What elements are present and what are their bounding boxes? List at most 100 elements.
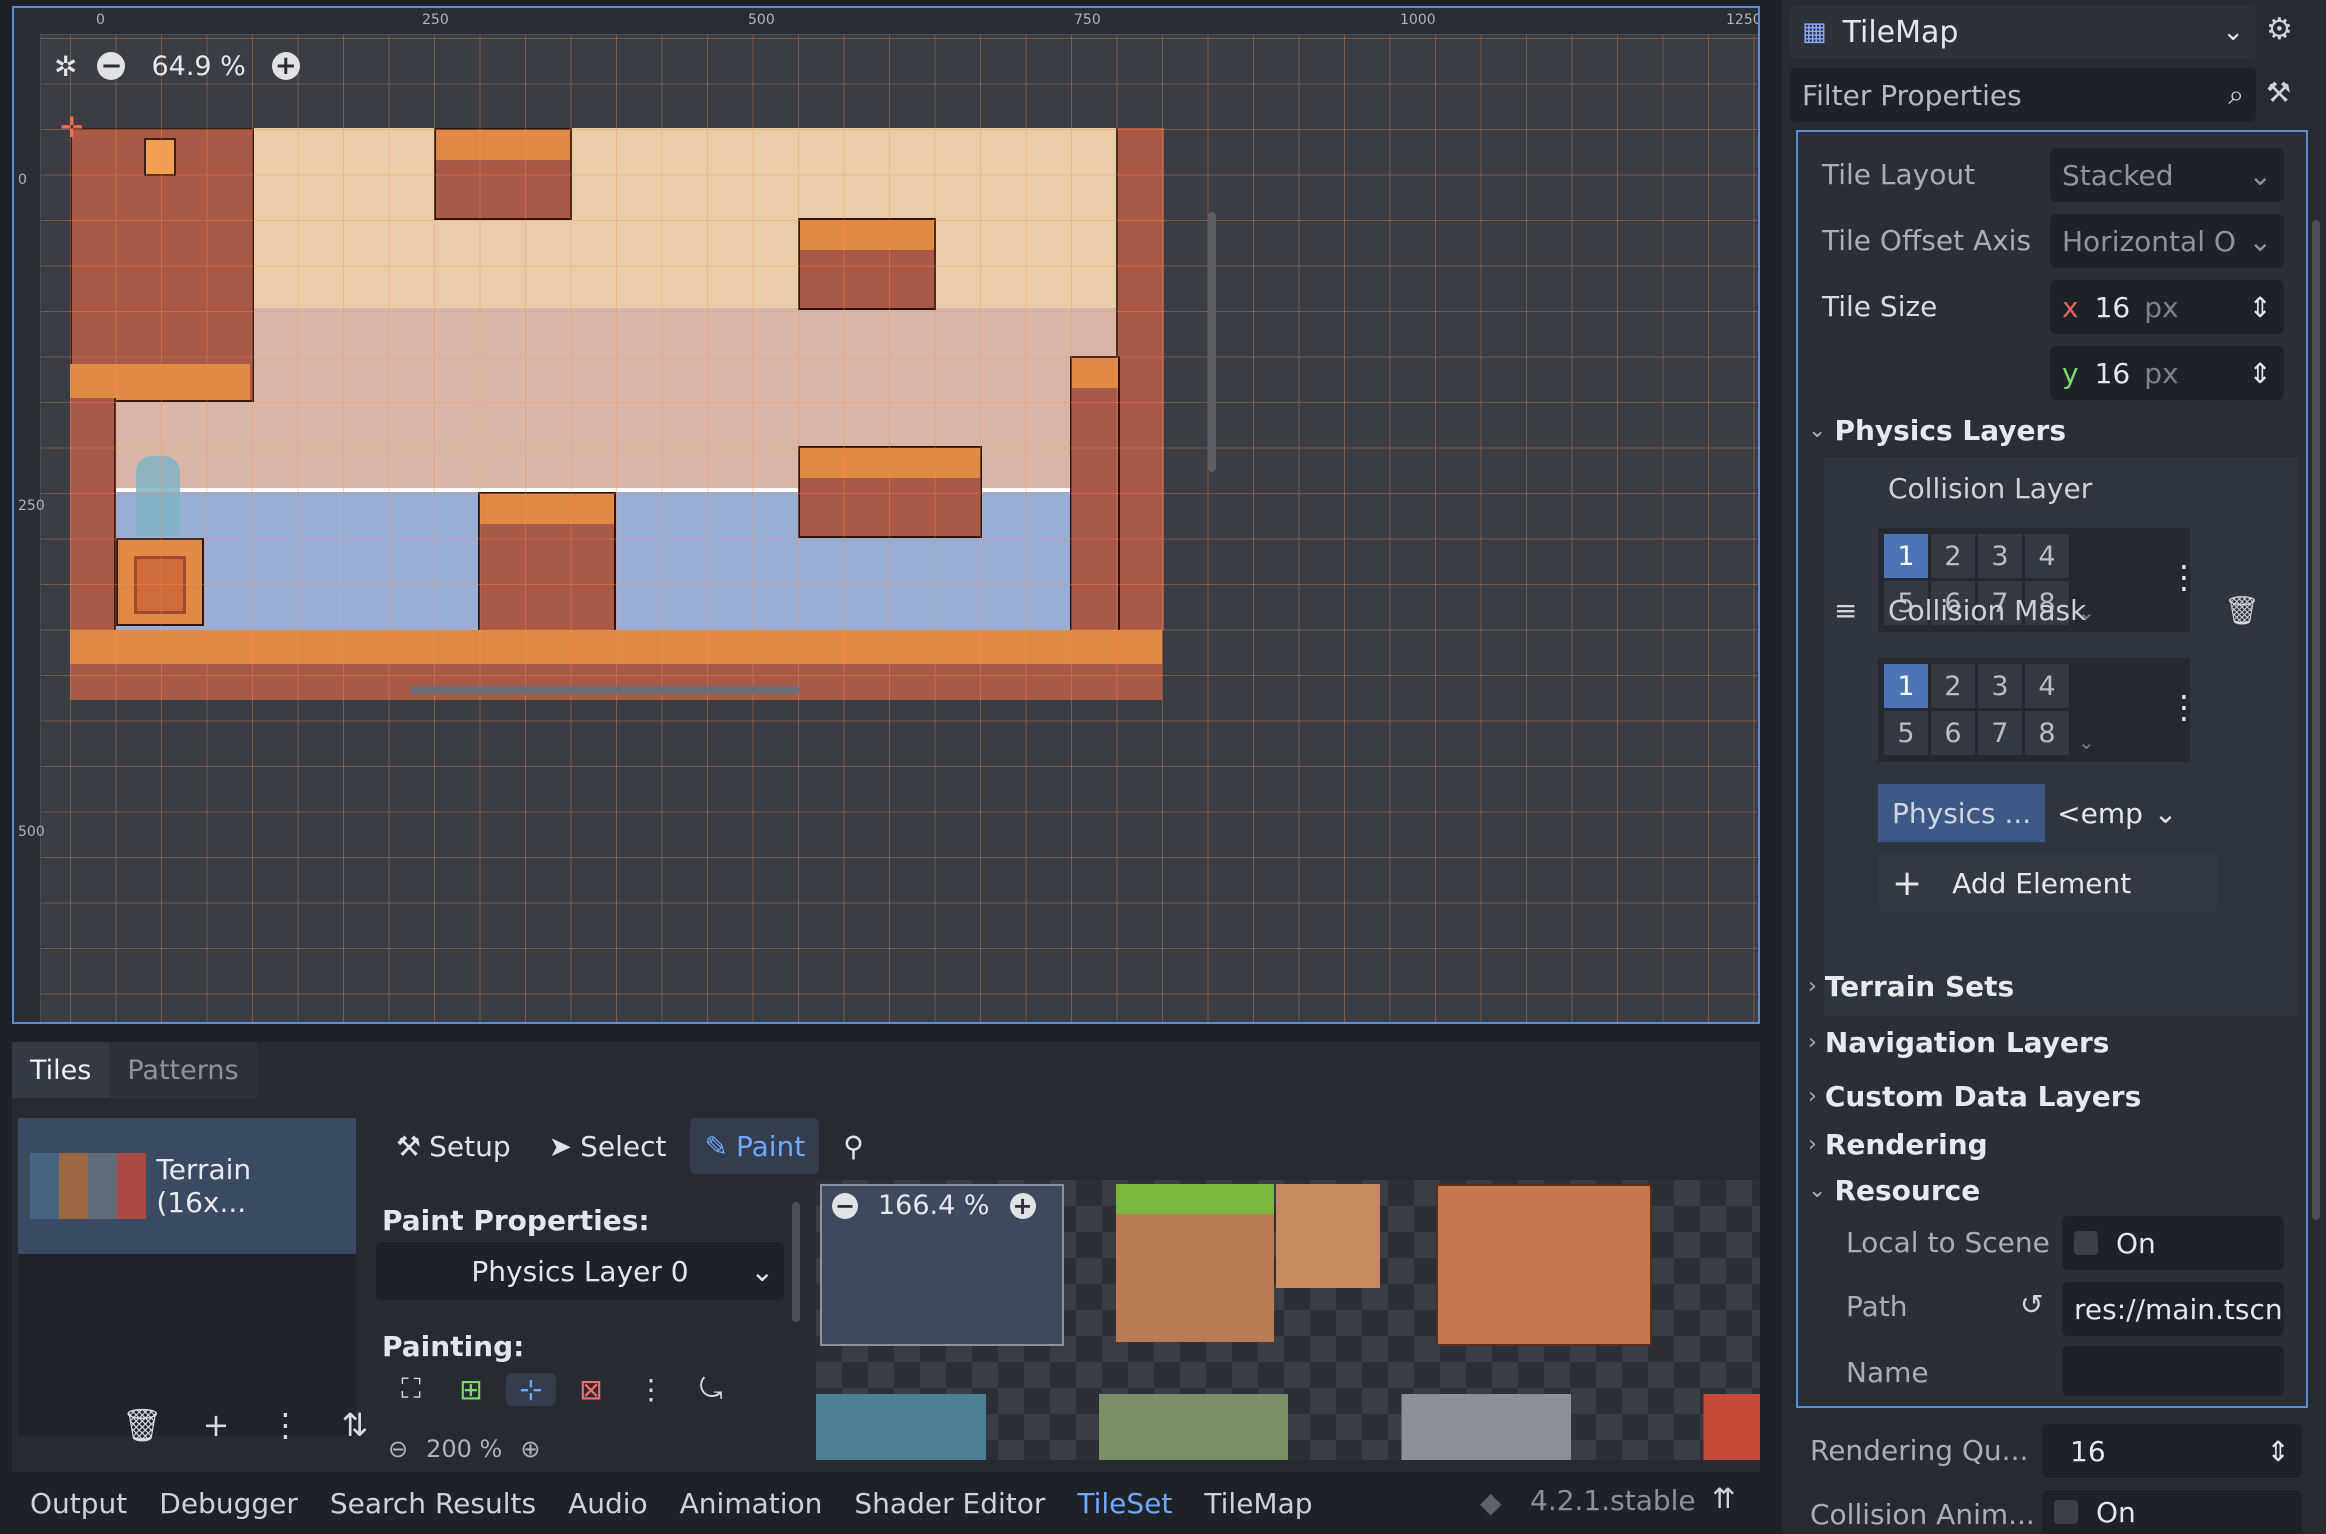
tab-output[interactable]: Output — [30, 1487, 127, 1520]
mask-bit[interactable]: 8 — [2025, 711, 2069, 755]
horizontal-ruler[interactable]: 0 250 500 750 1000 1250 — [40, 8, 1758, 35]
properties-scrollbar[interactable] — [792, 1202, 800, 1322]
mask-bit[interactable]: 4 — [2025, 664, 2069, 708]
atlas-zoom-in-button[interactable]: + — [1009, 1192, 1036, 1219]
more-options-icon[interactable]: ⋮ — [269, 1406, 301, 1444]
sort-icon[interactable]: ⇅ — [341, 1406, 368, 1444]
drag-handle-icon[interactable]: ≡ — [1834, 594, 1857, 627]
collision-mask-label: Collision Mask — [1888, 594, 2087, 627]
tab-tileset[interactable]: TileSet — [1077, 1487, 1172, 1520]
ruler-h-label: 0 — [96, 12, 105, 28]
delete-polygon-icon[interactable]: ⊠ — [566, 1373, 616, 1406]
custom-data-layers-section[interactable]: › Custom Data Layers — [1808, 1080, 2141, 1113]
tileset-source-label: Terrain (16x... — [156, 1153, 252, 1219]
collision-mask-grid: 1 2 3 4 5 6 7 8 — [1884, 664, 2069, 755]
mask-menu-icon[interactable]: ⋮ — [2168, 688, 2200, 726]
tileset-resource-box: Tile Layout Stacked ⌄ Tile Offset Axis H… — [1796, 130, 2308, 1408]
paint-button[interactable]: ✎ Paint — [690, 1118, 820, 1174]
rendering-section[interactable]: › Rendering — [1808, 1128, 1988, 1161]
delete-element-icon[interactable]: 🗑 — [2224, 594, 2260, 627]
checkbox-icon — [2074, 1231, 2098, 1255]
snap-icon[interactable]: ⤿ — [686, 1372, 736, 1406]
tab-search-results[interactable]: Search Results — [330, 1487, 536, 1520]
object-properties-icon[interactable]: ⚒ — [2266, 76, 2291, 109]
collision-layer-label: Collision Layer — [1888, 472, 2093, 505]
reload-icon[interactable]: ↺ — [2020, 1288, 2043, 1321]
physics-material-select[interactable]: <emp ⌄ — [2045, 784, 2189, 842]
chevron-down-icon: ⌄ — [2248, 224, 2272, 258]
add-element-button[interactable]: + Add Element — [1878, 854, 2218, 912]
local-to-scene-value: On — [2116, 1226, 2156, 1260]
mask-bit[interactable]: 7 — [1978, 711, 2022, 755]
atlas-zoom-level[interactable]: 166.4 % — [878, 1190, 990, 1221]
zoom-out-icon[interactable]: ⊖ — [388, 1438, 408, 1460]
center-view-icon[interactable]: ✲ — [54, 50, 77, 83]
zoom-in-button[interactable]: + — [271, 52, 300, 80]
layer-bit[interactable]: 3 — [1978, 534, 2022, 578]
zoom-in-icon[interactable]: ⊕ — [520, 1438, 540, 1460]
mask-bit[interactable]: 1 — [1884, 664, 1928, 708]
setup-label: Setup — [429, 1129, 511, 1163]
mask-bit[interactable]: 3 — [1978, 664, 2022, 708]
layer-menu-icon[interactable]: ⋮ — [2168, 558, 2200, 596]
name-field[interactable] — [2062, 1346, 2284, 1396]
spin-arrows-icon[interactable]: ⇕ — [2267, 1435, 2290, 1468]
spin-arrows-icon[interactable]: ⇕ — [2249, 291, 2272, 324]
tile-size-y-value: 16 — [2094, 356, 2131, 390]
tab-tiles[interactable]: Tiles — [12, 1042, 110, 1098]
collision-anim-checkbox[interactable]: On — [2042, 1490, 2302, 1534]
tab-shader-editor[interactable]: Shader Editor — [854, 1487, 1045, 1520]
tab-debugger[interactable]: Debugger — [159, 1487, 298, 1520]
layer-bit[interactable]: 2 — [1931, 534, 1975, 578]
layer-bit[interactable]: 1 — [1884, 534, 1928, 578]
expand-panel-icon[interactable]: ⇈ — [1712, 1482, 1735, 1515]
viewport-vscrollbar[interactable] — [1208, 212, 1216, 472]
terrain-sets-section[interactable]: › Terrain Sets — [1808, 970, 2014, 1003]
vertical-ruler[interactable]: 0 250 500 — [14, 34, 45, 1022]
zoom-level[interactable]: 64.9 % — [151, 51, 245, 82]
node-header[interactable]: ▦ TileMap ⌄ — [1790, 6, 2256, 58]
rendering-quadrant-field[interactable]: 16 ⇕ — [2042, 1424, 2302, 1478]
tilemap-viewport[interactable]: ✛ 0 250 500 750 1000 1250 0 250 500 ✲ − … — [12, 6, 1760, 1024]
edit-polygon-icon[interactable]: ⊹ — [506, 1372, 556, 1406]
resource-section[interactable]: ⌄ Resource — [1808, 1174, 1980, 1207]
tab-animation[interactable]: Animation — [680, 1487, 823, 1520]
mask-bit[interactable]: 2 — [1931, 664, 1975, 708]
tile-layout-select[interactable]: Stacked ⌄ — [2050, 148, 2284, 202]
spin-arrows-icon[interactable]: ⇕ — [2249, 357, 2272, 390]
atlas-view[interactable]: − 166.4 % + — [816, 1180, 1760, 1460]
layer-bit[interactable]: 4 — [2025, 534, 2069, 578]
local-to-scene-checkbox[interactable]: On — [2062, 1216, 2284, 1270]
zoom-out-button[interactable]: − — [97, 52, 126, 80]
eyedropper-button[interactable]: ⚲ — [829, 1118, 878, 1174]
add-polygon-icon[interactable]: ⊞ — [446, 1373, 496, 1406]
select-button[interactable]: ➤ Select — [535, 1118, 681, 1174]
tab-audio[interactable]: Audio — [568, 1487, 648, 1520]
tab-tilemap[interactable]: TileMap — [1204, 1487, 1312, 1520]
path-field[interactable]: res://main.tscn — [2062, 1282, 2284, 1336]
more-options-icon[interactable]: ⋮ — [626, 1373, 676, 1406]
delete-source-icon[interactable]: 🗑 — [122, 1406, 163, 1444]
viewport-hscrollbar[interactable] — [410, 686, 800, 694]
tile-offset-axis-select[interactable]: Horizontal O ⌄ — [2050, 214, 2284, 268]
tile-size-x-field[interactable]: x 16 px ⇕ — [2050, 280, 2284, 334]
mask-bit[interactable]: 6 — [1931, 711, 1975, 755]
tab-patterns[interactable]: Patterns — [109, 1042, 257, 1098]
setup-button[interactable]: ⚒ Setup — [382, 1118, 525, 1174]
scene-canvas[interactable]: ✛ — [40, 34, 1758, 1022]
expand-mask-icon[interactable]: ⌄ — [2078, 730, 2095, 754]
tileset-source-item[interactable]: Terrain (16x... — [18, 1118, 356, 1254]
filter-properties-input[interactable]: Filter Properties ⌕ — [1790, 68, 2256, 122]
tile-size-y-field[interactable]: y 16 px ⇕ — [2050, 346, 2284, 400]
node-info-icon[interactable]: ⚙ — [2266, 12, 2293, 47]
add-source-icon[interactable]: + — [203, 1406, 230, 1444]
fit-icon[interactable]: ⛶ — [386, 1372, 436, 1406]
mask-bit[interactable]: 5 — [1884, 711, 1928, 755]
physics-material-value: <emp — [2057, 796, 2143, 830]
physics-layer-select[interactable]: Physics Layer 0 ⌄ — [376, 1242, 784, 1300]
chevron-down-icon: ⌄ — [2248, 158, 2272, 192]
inspector-scrollbar[interactable] — [2312, 220, 2320, 1220]
navigation-layers-section[interactable]: › Navigation Layers — [1808, 1026, 2109, 1059]
physics-layers-section[interactable]: ⌄ Physics Layers — [1808, 414, 2066, 447]
atlas-zoom-out-button[interactable]: − — [832, 1192, 858, 1219]
